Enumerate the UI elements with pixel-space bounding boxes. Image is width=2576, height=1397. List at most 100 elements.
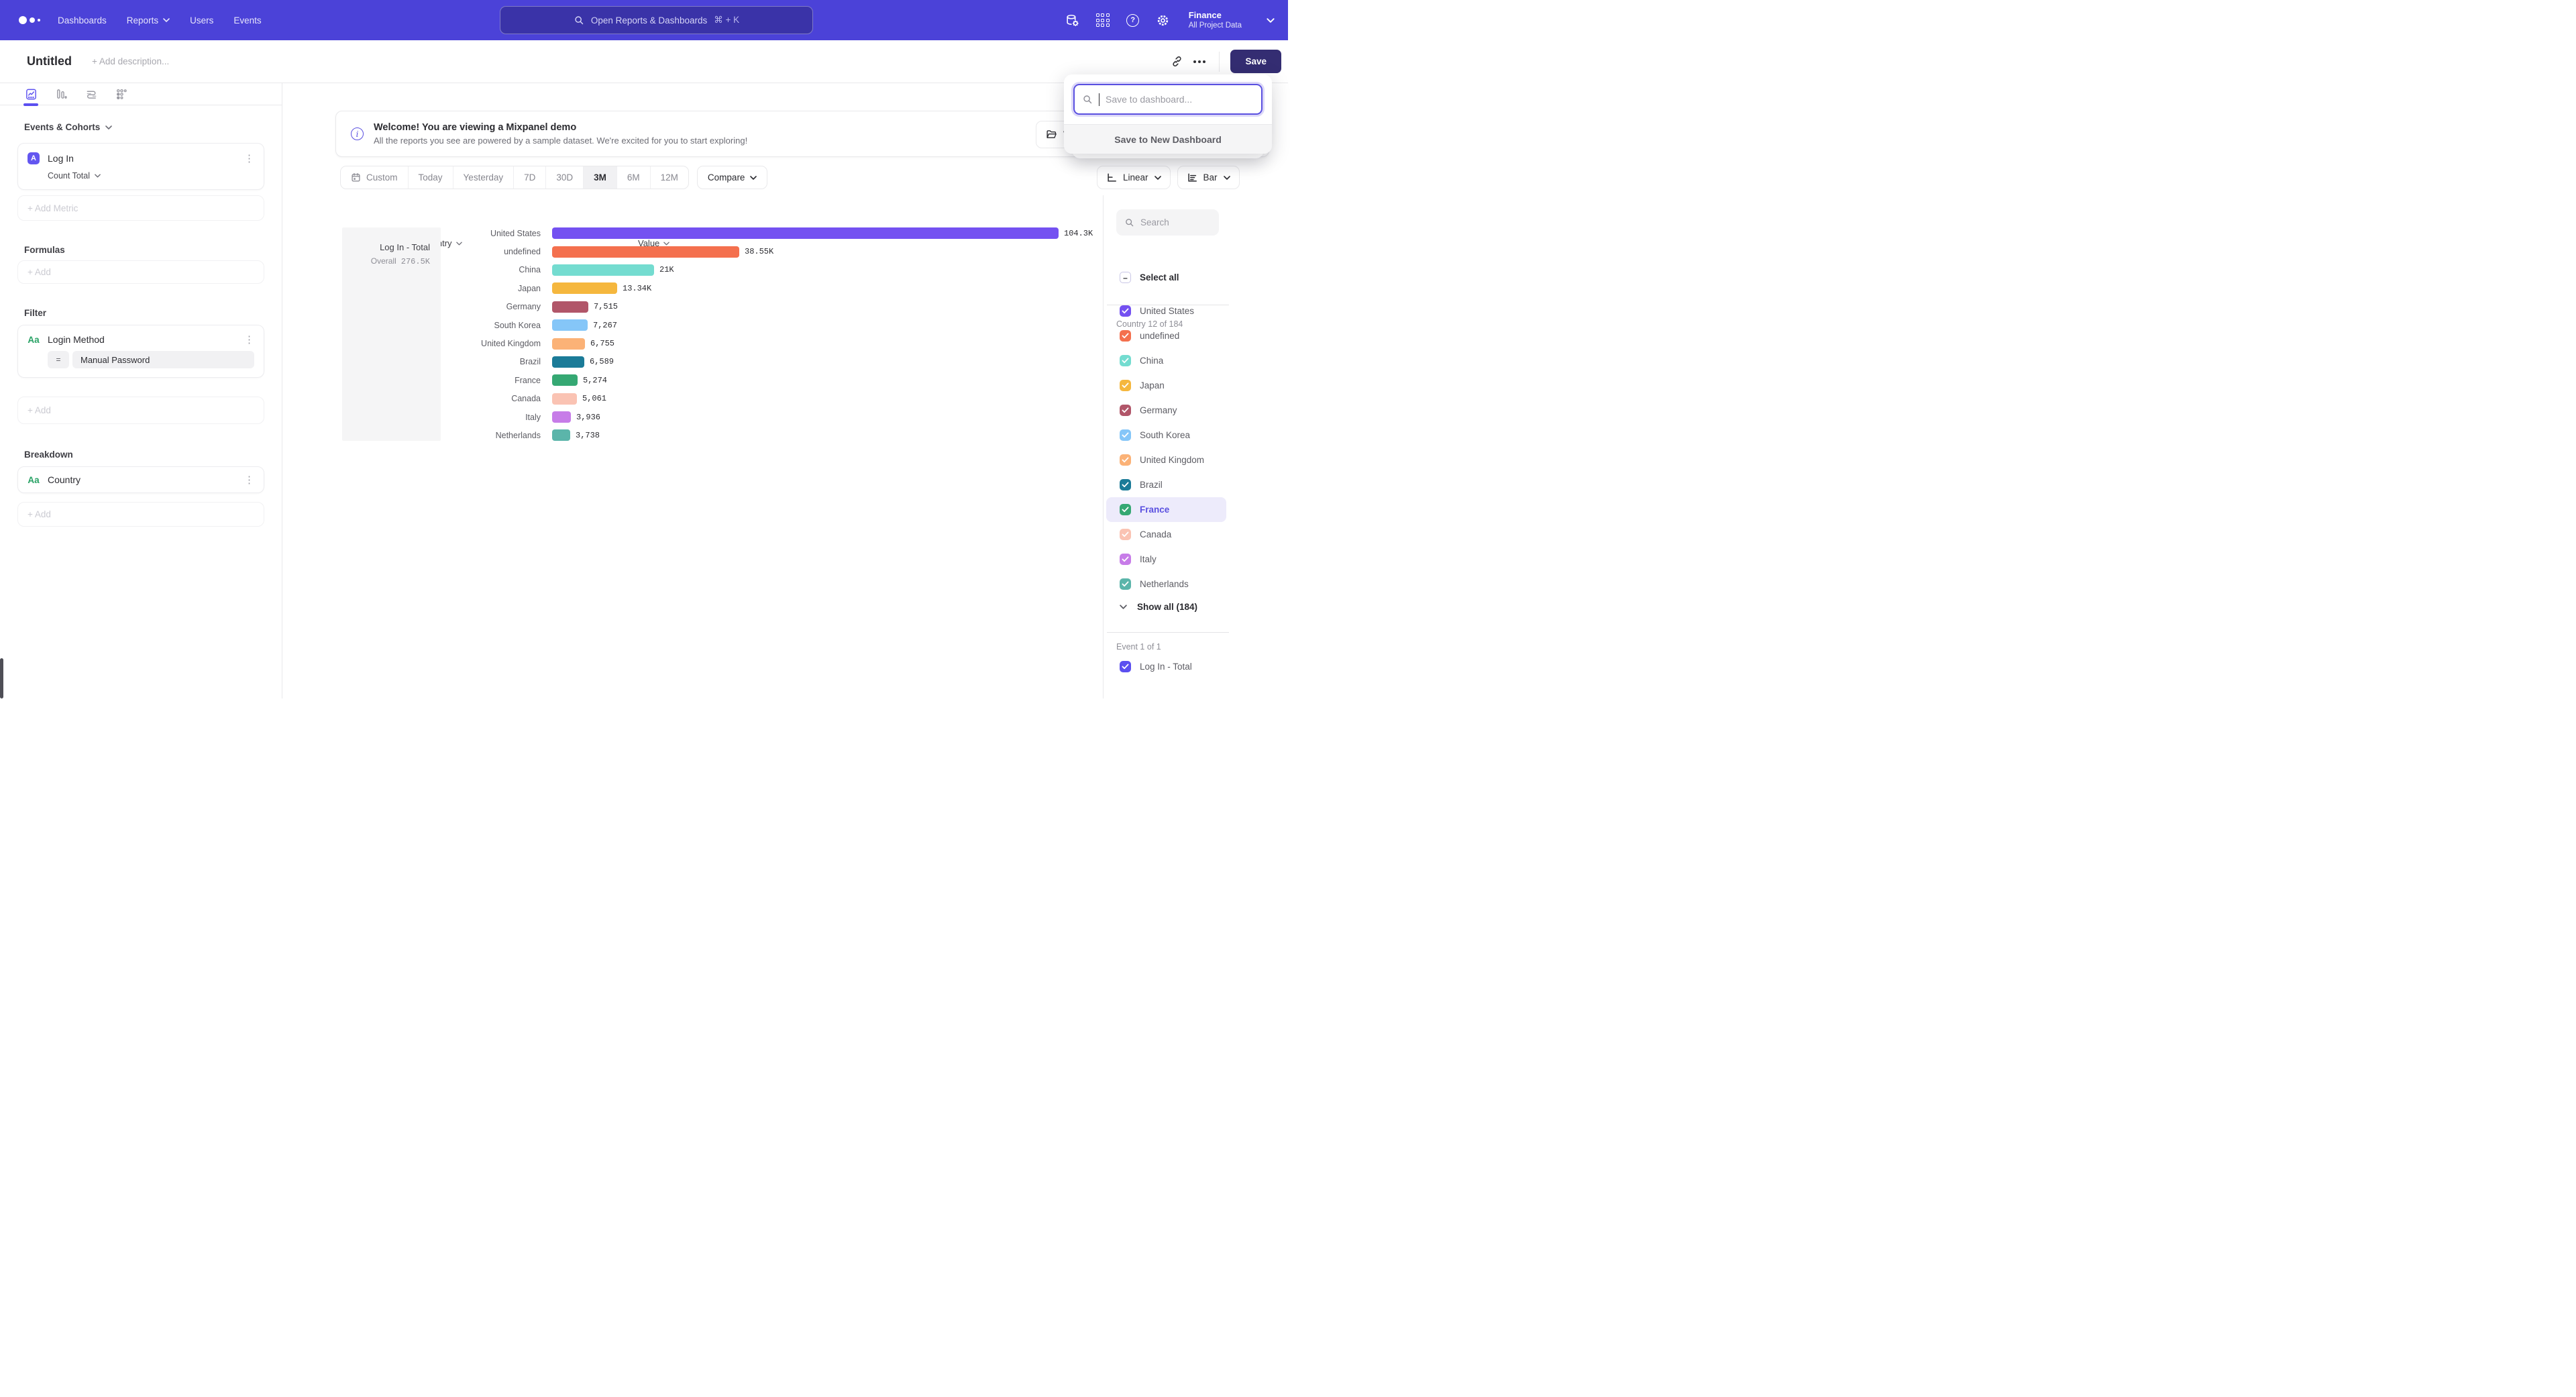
date-range-toolbar: CustomTodayYesterday7D30D3M6M12M Compare (340, 166, 767, 189)
formulas-header: Formulas (24, 245, 282, 255)
country-option[interactable]: Brazil (1104, 472, 1289, 497)
range-30d[interactable]: 30D (546, 166, 584, 189)
filter-more-icon[interactable]: ⋮ (244, 335, 254, 345)
event-legend-item[interactable]: Log In - Total (1120, 661, 1192, 672)
project-chevron-down-icon[interactable] (1267, 18, 1275, 23)
metric-name[interactable]: Log In (48, 153, 74, 164)
bar-segment[interactable] (552, 227, 1059, 239)
country-checkbox[interactable] (1120, 479, 1131, 490)
save-dashboard-search-input[interactable]: Save to dashboard... (1073, 84, 1263, 115)
range-7d[interactable]: 7D (514, 166, 546, 189)
country-option[interactable]: United States (1104, 299, 1289, 323)
filter-operator[interactable]: = (48, 351, 69, 368)
country-option[interactable]: United Kingdom (1104, 448, 1289, 472)
country-option[interactable]: Italy (1104, 547, 1289, 572)
events-cohorts-header[interactable]: Events & Cohorts (24, 122, 282, 132)
filter-value[interactable]: Manual Password (72, 351, 254, 368)
add-metric-button[interactable]: + Add Metric (17, 195, 264, 221)
scale-selector[interactable]: Linear (1097, 166, 1171, 189)
country-option[interactable]: Japan (1104, 373, 1289, 398)
chart-type-selector[interactable]: Bar (1177, 166, 1240, 189)
bar-chart: United States104.3Kundefined38.55KChina2… (443, 224, 1093, 445)
filter-property-name[interactable]: Login Method (48, 334, 105, 345)
indeterminate-checkbox[interactable]: – (1120, 272, 1131, 283)
project-switcher[interactable]: Finance All Project Data (1189, 10, 1242, 31)
event-checkbox[interactable] (1120, 661, 1131, 672)
range-today[interactable]: Today (409, 166, 453, 189)
calendar-icon (351, 172, 361, 183)
sidebar-scrollbar[interactable] (0, 658, 3, 698)
more-options-icon[interactable] (1188, 50, 1211, 73)
bar-segment[interactable] (552, 374, 578, 386)
legend-search-input[interactable]: Search (1116, 209, 1219, 236)
country-checkbox[interactable] (1120, 504, 1131, 515)
copy-link-icon[interactable] (1165, 50, 1188, 73)
country-option[interactable]: China (1104, 348, 1289, 373)
mixpanel-logo[interactable] (19, 16, 40, 24)
country-checkbox[interactable] (1120, 578, 1131, 590)
save-to-new-dashboard-button[interactable]: Save to New Dashboard (1064, 124, 1272, 154)
tab-retention[interactable] (115, 87, 128, 101)
report-title[interactable]: Untitled (27, 54, 72, 68)
country-checkbox[interactable] (1120, 330, 1131, 342)
nav-users[interactable]: Users (190, 15, 213, 25)
save-button[interactable]: Save (1230, 50, 1281, 73)
add-breakdown-button[interactable]: + Add (17, 502, 264, 527)
tab-funnels[interactable] (54, 87, 68, 101)
country-checkbox[interactable] (1120, 380, 1131, 391)
bar-segment[interactable] (552, 282, 617, 294)
bar-segment[interactable] (552, 338, 585, 350)
bar-segment[interactable] (552, 411, 571, 423)
metric-more-icon[interactable]: ⋮ (244, 154, 254, 164)
country-option[interactable]: Germany (1104, 398, 1289, 423)
compare-button[interactable]: Compare (697, 166, 768, 189)
country-checkbox[interactable] (1120, 405, 1131, 416)
breakdown-card-country[interactable]: Aa Country ⋮ (17, 466, 264, 493)
apps-grid-icon[interactable] (1095, 13, 1110, 28)
country-option[interactable]: undefined (1104, 323, 1289, 348)
bar-segment[interactable] (552, 356, 584, 368)
metric-card-log-in[interactable]: A Log In ⋮ Count Total (17, 143, 264, 190)
tab-insights[interactable] (24, 87, 38, 101)
country-checkbox[interactable] (1120, 454, 1131, 466)
bar-segment[interactable] (552, 319, 588, 331)
bar-segment[interactable] (552, 246, 739, 258)
metric-aggregation[interactable]: Count Total (48, 171, 254, 180)
country-checkbox[interactable] (1120, 529, 1131, 540)
tab-flows[interactable] (85, 87, 98, 101)
country-checkbox[interactable] (1120, 429, 1131, 441)
show-all-toggle[interactable]: Show all (184) (1120, 602, 1197, 612)
bar-segment[interactable] (552, 393, 577, 405)
range-12m[interactable]: 12M (651, 166, 688, 189)
range-6m[interactable]: 6M (617, 166, 651, 189)
country-checkbox[interactable] (1120, 355, 1131, 366)
range-3m[interactable]: 3M (584, 166, 617, 189)
data-management-icon[interactable] (1065, 13, 1080, 28)
help-icon[interactable]: ? (1126, 13, 1140, 28)
add-filter-button[interactable]: + Add (17, 397, 264, 424)
search-icon (1082, 94, 1093, 105)
add-formula-button[interactable]: + Add (17, 260, 264, 284)
bar-segment[interactable] (552, 264, 654, 276)
settings-gear-icon[interactable] (1156, 13, 1171, 28)
country-option[interactable]: South Korea (1104, 423, 1289, 448)
bar-segment[interactable] (552, 301, 588, 313)
country-option[interactable]: Canada (1104, 522, 1289, 547)
country-checkbox[interactable] (1120, 305, 1131, 317)
chevron-down-icon (95, 174, 101, 178)
country-checkbox[interactable] (1120, 554, 1131, 565)
bar-segment[interactable] (552, 429, 570, 441)
breakdown-property-name[interactable]: Country (48, 474, 80, 485)
breakdown-more-icon[interactable]: ⋮ (244, 475, 254, 485)
add-description-field[interactable]: + Add description... (92, 56, 169, 66)
range-yesterday[interactable]: Yesterday (453, 166, 515, 189)
filter-card-login-method[interactable]: Aa Login Method ⋮ = Manual Password (17, 325, 264, 378)
country-option[interactable]: France (1106, 497, 1226, 522)
country-option[interactable]: Netherlands (1104, 572, 1289, 597)
select-all-option[interactable]: – Select all (1120, 272, 1179, 283)
nav-reports[interactable]: Reports (127, 15, 170, 25)
nav-dashboards[interactable]: Dashboards (58, 15, 107, 25)
nav-events[interactable]: Events (233, 15, 261, 25)
range-custom[interactable]: Custom (341, 166, 409, 189)
global-search-button[interactable]: Open Reports & Dashboards ⌘ + K (500, 6, 813, 34)
